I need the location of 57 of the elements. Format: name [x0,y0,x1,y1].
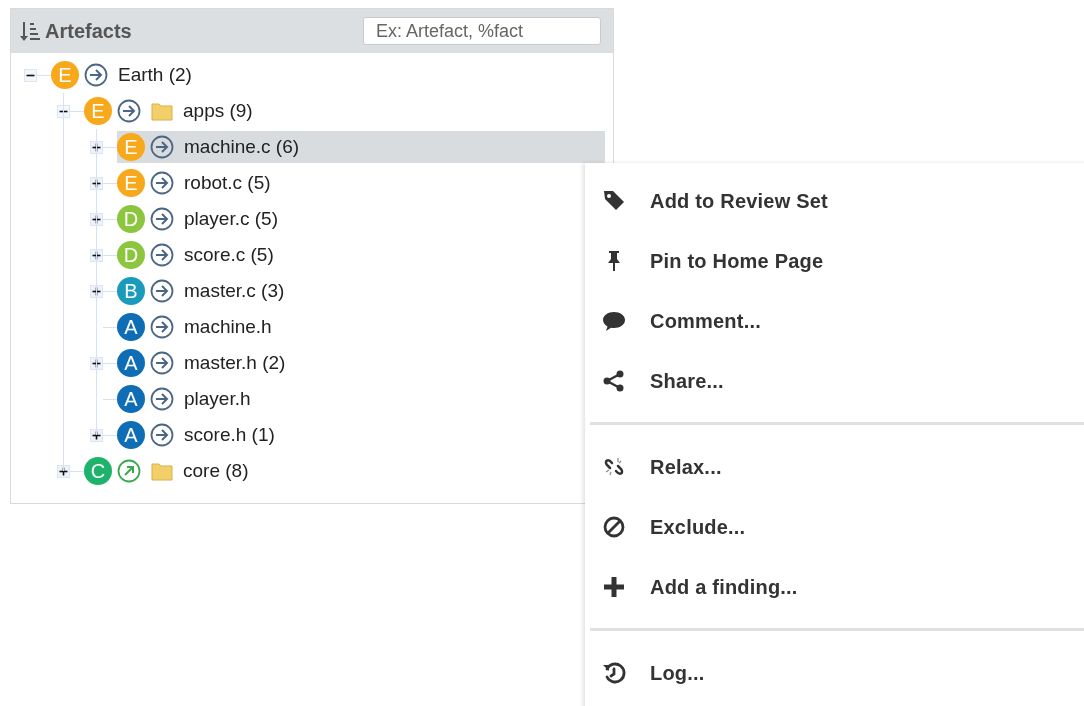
grade-badge: E [84,97,112,125]
share-icon [602,369,626,393]
menu-item[interactable]: Add a finding... [585,557,1084,617]
expand-toggle[interactable] [90,212,103,226]
tree-item[interactable]: E machine.c (6) [117,131,605,163]
tree-item[interactable]: E Earth (2) [51,59,605,91]
collapse-toggle[interactable] [57,104,70,118]
menu-item[interactable]: Log... [585,643,1084,703]
expand-toggle[interactable] [57,464,70,478]
sort-icon[interactable] [19,20,41,42]
tree-label: player.c (5) [184,208,278,230]
expand-toggle[interactable] [90,356,103,370]
collapse-toggle[interactable] [24,68,37,82]
expand-toggle[interactable] [90,284,103,298]
grade-badge: C [84,457,112,485]
menu-item-label: Pin to Home Page [650,249,824,273]
menu-item-label: Add to Review Set [650,189,828,213]
history-icon [602,661,626,685]
plus-icon [602,575,626,599]
grade-badge: D [117,241,145,269]
menu-item-label: Log... [650,661,705,685]
speech-bubble-icon [602,309,626,333]
menu-item-label: Comment... [650,309,761,333]
prohibited-icon [602,515,626,539]
tree-label: player.h [184,388,251,410]
expand-toggle[interactable] [90,140,103,154]
tree-label: core (8) [183,460,249,482]
tree-label: score.h (1) [184,424,275,446]
tree-label: robot.c (5) [184,172,271,194]
tree-label: machine.c (6) [184,136,300,158]
tree-item[interactable]: E apps (9) [84,95,605,127]
search-field[interactable]: Ex: Artefact, %fact [363,17,601,45]
grade-badge: A [117,385,145,413]
expand-toggle[interactable] [90,176,103,190]
expand-toggle[interactable] [90,428,103,442]
grade-badge: A [117,421,145,449]
grade-badge: E [117,133,145,161]
tree-label: score.c (5) [184,244,274,266]
tag-icon [602,189,626,213]
tree-label: master.c (3) [184,280,285,302]
grade-badge: D [117,205,145,233]
tree-label: machine.h [184,316,272,338]
tree-label: Earth (2) [118,64,192,86]
menu-item-label: Add a finding... [650,575,798,599]
grade-badge: E [117,169,145,197]
menu-item[interactable]: Exclude... [585,497,1084,557]
grade-badge: A [117,349,145,377]
menu-item-label: Relax... [650,455,722,479]
tree-label: apps (9) [183,100,253,122]
menu-item-label: Share... [650,369,724,393]
panel-title: Artefacts [45,19,133,43]
grade-badge: B [117,277,145,305]
grade-badge: E [51,61,79,89]
tree-label: master.h (2) [184,352,286,374]
menu-item-label: Exclude... [650,515,746,539]
grade-badge: A [117,313,145,341]
expand-toggle[interactable] [90,248,103,262]
